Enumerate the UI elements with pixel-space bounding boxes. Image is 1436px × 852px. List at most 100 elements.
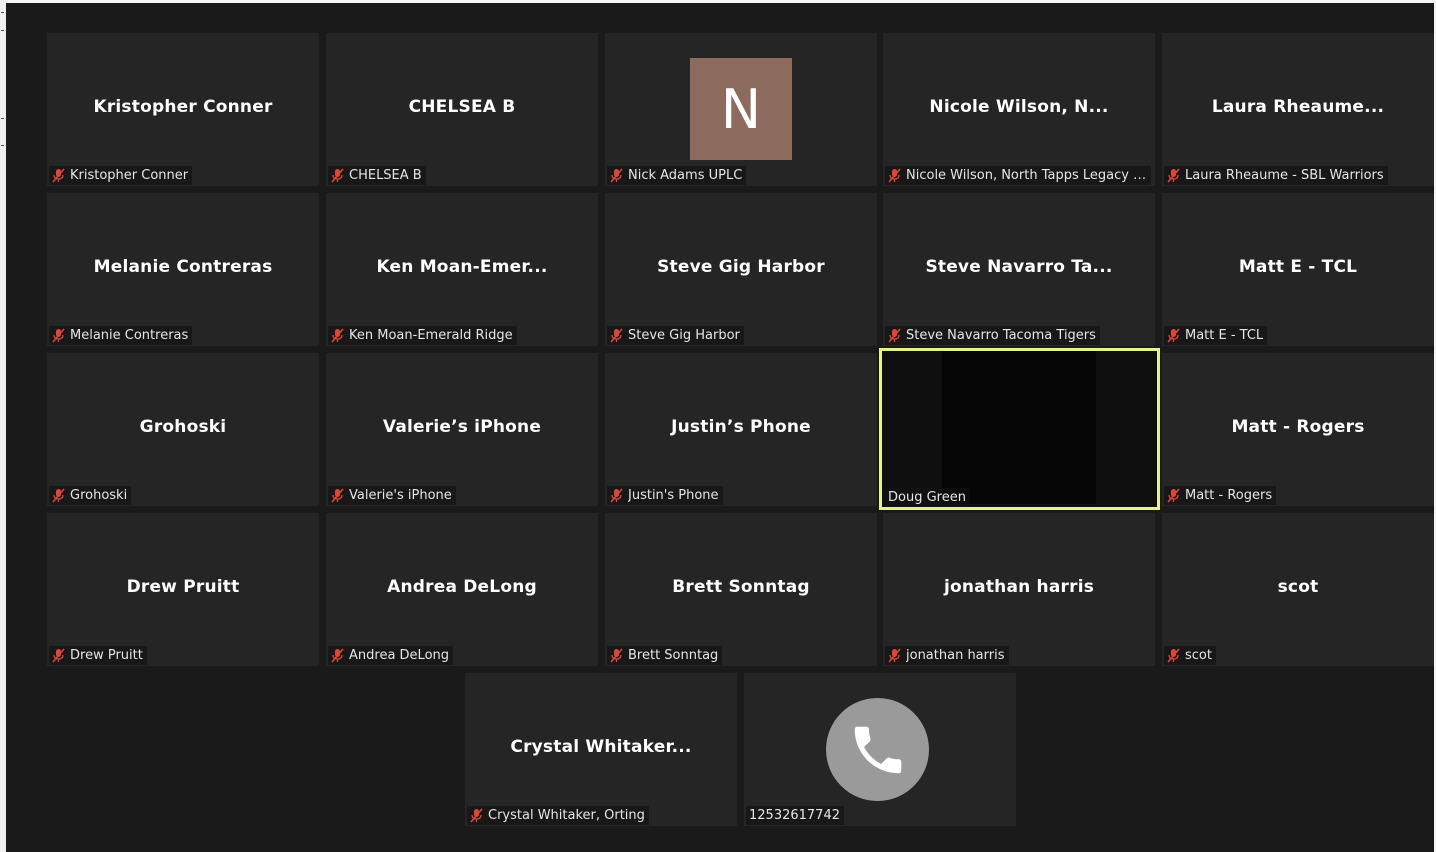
participant-tile[interactable]: Nicole Wilson, N... Nicole Wilson, North… [883,33,1155,186]
participant-display-name: Steve Gig Harbor [657,257,825,277]
participant-caption-text: Justin's Phone [628,488,719,503]
participant-caption-text: Nicole Wilson, North Tapps Legacy La... [906,168,1147,183]
participant-tile[interactable]: Andrea DeLong Andrea DeLong [326,513,598,666]
edge-mark [1,145,4,146]
microphone-muted-icon [331,648,344,663]
participant-display-name: Nicole Wilson, N... [929,97,1109,117]
microphone-muted-icon [52,488,65,503]
participant-caption: Melanie Contreras [49,326,193,345]
participant-caption: Laura Rheaume - SBL Warriors [1164,166,1388,185]
participant-display-name: Matt - Rogers [1231,417,1365,437]
participant-display-name: Ken Moan-Emer... [376,257,548,277]
participant-caption-text: 12532617742 [749,808,840,823]
participant-caption-text: Melanie Contreras [70,328,189,343]
participant-caption-text: Brett Sonntag [628,648,719,663]
participant-caption-text: Matt E - TCL [1185,328,1264,343]
microphone-muted-icon [610,648,623,663]
participant-display-name: scot [1277,577,1319,597]
participant-caption: CHELSEA B [328,166,426,185]
microphone-muted-icon [470,808,483,823]
participant-caption: Valerie's iPhone [328,486,456,505]
participant-tile[interactable]: Laura Rheaume... Laura Rheaume - SBL War… [1162,33,1434,186]
participant-display-name: Kristopher Conner [93,97,273,117]
participant-tile[interactable]: Valerie’s iPhone Valerie's iPhone [326,353,598,506]
avatar: N [690,58,792,160]
participant-caption: Andrea DeLong [328,646,454,665]
participant-display-name: Valerie’s iPhone [382,417,542,437]
participant-display-name: Grohoski [139,417,227,437]
microphone-muted-icon [888,328,901,343]
participant-caption-text: Steve Gig Harbor [628,328,740,343]
microphone-muted-icon [52,168,65,183]
participant-caption: scot [1164,646,1216,665]
participant-caption: Doug Green [885,488,970,507]
participant-tile[interactable]: Kristopher Conner Kristopher Conner [47,33,319,186]
participant-caption: Ken Moan-Emerald Ridge [328,326,517,345]
participant-caption: Grohoski [49,486,132,505]
participant-tile[interactable]: Brett Sonntag Brett Sonntag [605,513,877,666]
participant-display-name: Laura Rheaume... [1211,97,1385,117]
participant-caption: Steve Navarro Tacoma Tigers [885,326,1100,345]
participant-tile[interactable]: Grohoski Grohoski [47,353,319,506]
participant-caption: Justin's Phone [607,486,723,505]
microphone-muted-icon [331,328,344,343]
participant-caption: Brett Sonntag [607,646,723,665]
participant-tile[interactable]: Drew Pruitt Drew Pruitt [47,513,319,666]
participant-caption-text: jonathan harris [906,648,1005,663]
participant-caption-text: Laura Rheaume - SBL Warriors [1185,168,1384,183]
participant-display-name: Steve Navarro Ta... [925,257,1113,277]
participant-caption: Drew Pruitt [49,646,147,665]
participant-display-name: Justin’s Phone [671,417,811,437]
active-speaker-tile[interactable]: Doug Green [879,348,1160,510]
participant-tile[interactable]: Steve Navarro Ta... Steve Navarro Tacoma… [883,193,1155,346]
microphone-muted-icon [331,488,344,503]
participant-tile[interactable]: scot scot [1162,513,1434,666]
microphone-muted-icon [888,168,901,183]
participant-display-name: Drew Pruitt [126,577,240,597]
microphone-muted-icon [1167,648,1180,663]
participant-caption: jonathan harris [885,646,1009,665]
participant-caption: Crystal Whitaker, Orting [467,806,649,825]
participant-caption-text: Valerie's iPhone [349,488,452,503]
participant-caption-text: Crystal Whitaker, Orting [488,808,645,823]
participant-display-name: Crystal Whitaker... [510,737,692,757]
microphone-muted-icon [610,168,623,183]
participant-caption: Kristopher Conner [49,166,193,185]
participant-tile[interactable]: Matt - Rogers Matt - Rogers [1162,353,1434,506]
participant-tile[interactable]: Melanie Contreras Melanie Contreras [47,193,319,346]
microphone-muted-icon [1167,168,1180,183]
phone-avatar [826,698,929,801]
participant-caption-text: CHELSEA B [349,168,422,183]
participant-caption-text: Ken Moan-Emerald Ridge [349,328,513,343]
microphone-muted-icon [1167,328,1180,343]
participant-display-name: Matt E - TCL [1238,257,1358,277]
participant-display-name: Brett Sonntag [672,577,810,597]
participant-tile[interactable]: CHELSEA B CHELSEA B [326,33,598,186]
microphone-muted-icon [52,328,65,343]
edge-mark [1,12,4,13]
participant-caption-text: Grohoski [70,488,128,503]
phone-icon [854,726,901,773]
participant-display-name: CHELSEA B [408,97,516,117]
participant-tile[interactable]: Ken Moan-Emer... Ken Moan-Emerald Ridge [326,193,598,346]
participant-tile[interactable]: Matt E - TCL Matt E - TCL [1162,193,1434,346]
participant-caption-text: Matt - Rogers [1185,488,1273,503]
microphone-muted-icon [52,648,65,663]
participant-tile[interactable]: Steve Gig Harbor Steve Gig Harbor [605,193,877,346]
participant-caption-text: Andrea DeLong [349,648,450,663]
edge-mark [1,30,4,31]
participant-caption: Matt - Rogers [1164,486,1277,505]
participant-tile[interactable]: N Nick Adams UPLC [605,33,877,186]
microphone-muted-icon [888,648,901,663]
participant-tile[interactable]: Crystal Whitaker... Crystal Whitaker, Or… [465,673,737,826]
participant-caption-text: Nick Adams UPLC [628,168,743,183]
microphone-muted-icon [610,488,623,503]
participant-tile[interactable]: 12532617742 [744,673,1016,826]
video-feed [942,351,1096,504]
participant-tile[interactable]: jonathan harris jonathan harris [883,513,1155,666]
participant-display-name: Andrea DeLong [387,577,537,597]
participant-tile[interactable]: Justin’s Phone Justin's Phone [605,353,877,506]
participant-caption: Nick Adams UPLC [607,166,747,185]
microphone-muted-icon [1167,488,1180,503]
participant-caption-text: scot [1185,648,1212,663]
